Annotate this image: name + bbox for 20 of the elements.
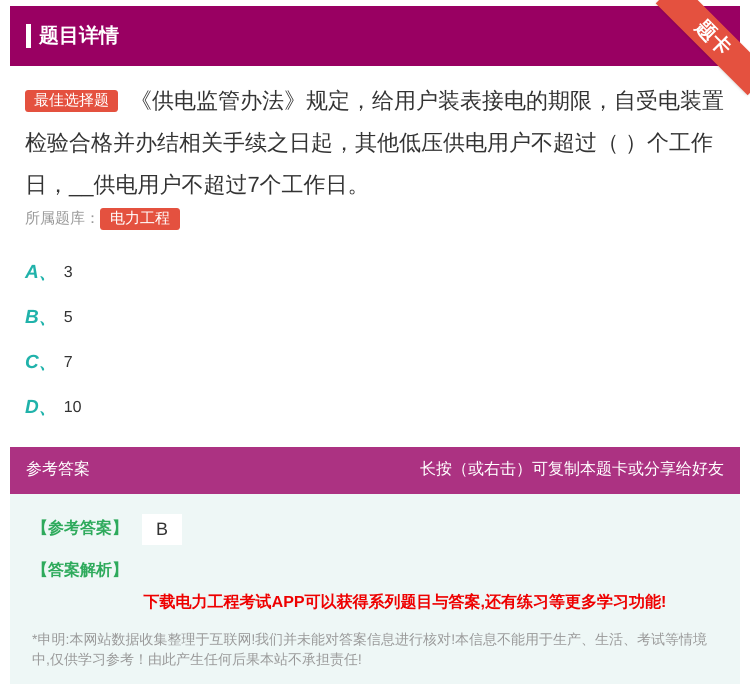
answer-label: 【参考答案】 — [32, 518, 128, 539]
option-letter: A、 — [25, 260, 58, 285]
option-letter: D、 — [25, 396, 58, 420]
disclaimer-text: *申明:本网站数据收集整理于互联网!我们并未能对答案信息进行核对!本信息不能用于生产、生活、考试等情境中,仅供学习参考！由此产生任何后果本站不承担责任! — [32, 630, 708, 668]
bank-label: 所属题库： — [25, 209, 100, 229]
accent-bar-icon — [26, 24, 31, 48]
share-hint: 长按（或右击）可复制本题卡或分享给好友 — [420, 460, 724, 480]
analysis-label: 【答案解析】 — [32, 560, 129, 580]
answer-value: B — [142, 514, 182, 544]
promo-text: 下载电力工程考试APP可以获得系列题目与答案,还有练习等更多学习功能! — [142, 592, 668, 612]
option-text: 7 — [64, 353, 73, 373]
option-letter: C、 — [25, 350, 58, 375]
bank-tag: 电力工程 — [100, 208, 180, 230]
question-type-badge: 最佳选择题 — [25, 90, 118, 112]
header-title: 题目详情 — [39, 24, 119, 49]
option-text: 5 — [64, 308, 73, 328]
option-text: 3 — [64, 263, 73, 283]
answer-bar-title: 参考答案 — [26, 459, 90, 480]
option-text: 10 — [64, 398, 82, 418]
option-letter: B、 — [25, 306, 58, 330]
